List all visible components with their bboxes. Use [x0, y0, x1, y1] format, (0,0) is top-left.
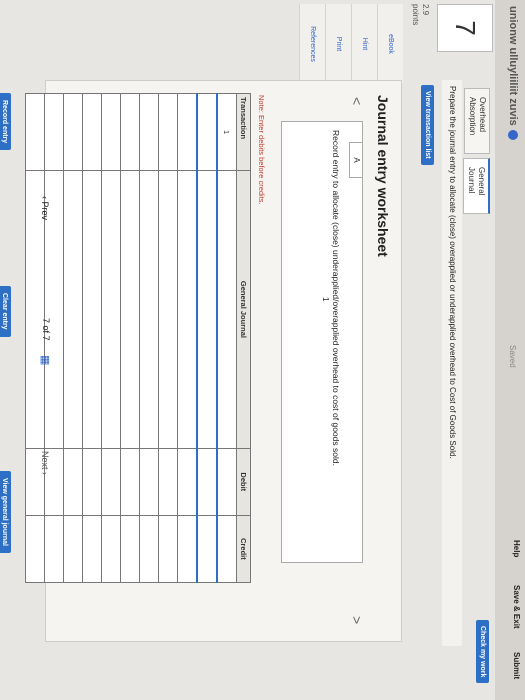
- page-indicator: 7 of 7: [41, 318, 51, 341]
- debit-cell[interactable]: [197, 448, 217, 516]
- sidebar-item-print[interactable]: Print: [325, 4, 351, 84]
- chevron-right-icon[interactable]: >: [349, 616, 365, 624]
- submit-button[interactable]: Submit: [512, 652, 521, 679]
- saved-status: Saved: [508, 345, 517, 368]
- question-points: 2.9 points: [411, 4, 430, 26]
- account-cell[interactable]: [217, 170, 237, 449]
- table-row: [177, 93, 197, 583]
- transaction-cell: [63, 93, 83, 171]
- question-number: 7: [437, 4, 493, 52]
- credit-cell[interactable]: [101, 515, 121, 583]
- credit-cell[interactable]: [217, 515, 237, 583]
- chevron-left-icon[interactable]: <: [349, 97, 365, 105]
- table-header-row: Transaction General Journal Debit Credit: [236, 93, 251, 583]
- tab-general-journal[interactable]: General Journal: [463, 158, 490, 214]
- credit-cell[interactable]: [177, 515, 197, 583]
- col-debit: Debit: [236, 448, 251, 516]
- debit-cell[interactable]: [139, 448, 159, 516]
- col-general-journal: General Journal: [236, 170, 251, 449]
- pagination: ‹ Prev 7 of 7 ▦ Next ›: [23, 0, 63, 700]
- check-my-work-button[interactable]: Check my work: [476, 620, 489, 684]
- account-cell[interactable]: [177, 170, 197, 449]
- debit-cell[interactable]: [217, 448, 237, 516]
- credit-cell[interactable]: [63, 515, 83, 583]
- tab-overhead-absorption[interactable]: Overhead Absorption: [464, 88, 490, 154]
- debit-credit-note: Note: Enter debits before credits.: [257, 95, 266, 205]
- account-cell[interactable]: [120, 170, 140, 449]
- table-row: [101, 93, 121, 583]
- info-icon[interactable]: [507, 129, 518, 140]
- debit-cell[interactable]: [82, 448, 102, 516]
- credit-cell[interactable]: [197, 515, 217, 583]
- col-transaction: Transaction: [236, 93, 251, 171]
- top-bar: unionw ulluyliiliit zuvis Saved Help Sav…: [495, 0, 525, 700]
- view-general-journal-button[interactable]: View general journal: [0, 471, 11, 553]
- credit-cell[interactable]: [120, 515, 140, 583]
- account-cell[interactable]: [197, 170, 217, 449]
- grid-icon[interactable]: ▦: [39, 355, 52, 365]
- question-prompt: Prepare the journal entry to allocate (c…: [442, 80, 462, 646]
- entry-instruction: Record entry to allocate (close) underap…: [331, 130, 341, 466]
- credit-cell[interactable]: [158, 515, 178, 583]
- credit-cell[interactable]: [139, 515, 159, 583]
- debit-cell[interactable]: [158, 448, 178, 516]
- worksheet-title: Journal entry worksheet: [375, 95, 391, 257]
- table-row: [197, 93, 217, 583]
- col-credit: Credit: [236, 515, 251, 583]
- sidebar-item-ebook[interactable]: eBook: [377, 4, 403, 84]
- record-entry-button[interactable]: Record entry: [0, 93, 11, 151]
- debit-cell[interactable]: [177, 448, 197, 516]
- account-cell[interactable]: [101, 170, 121, 449]
- save-exit-button[interactable]: Save & Exit: [512, 585, 521, 629]
- transaction-cell: [139, 93, 159, 171]
- help-button[interactable]: Help: [512, 540, 521, 557]
- credit-cell[interactable]: [82, 515, 102, 583]
- sidebar-item-references[interactable]: References: [299, 4, 325, 84]
- debit-cell[interactable]: [120, 448, 140, 516]
- clear-entry-button[interactable]: Clear entry: [0, 286, 11, 337]
- table-row: [82, 93, 102, 583]
- table-row: [63, 93, 83, 583]
- debit-cell[interactable]: [101, 448, 121, 516]
- view-transaction-list-button[interactable]: View transaction list: [421, 85, 434, 165]
- transaction-cell: [177, 93, 197, 171]
- transaction-cell: [101, 93, 121, 171]
- next-button[interactable]: Next ›: [39, 445, 51, 481]
- prev-button[interactable]: ‹ Prev: [39, 190, 51, 226]
- transaction-cell: 1: [217, 93, 237, 171]
- transaction-cell: [158, 93, 178, 171]
- transaction-cell: [120, 93, 140, 171]
- screen: unionw ulluyliiliit zuvis Saved Help Sav…: [0, 0, 525, 700]
- tab-bar: Overhead Absorption General Journal: [463, 88, 490, 218]
- table-row: [139, 93, 159, 583]
- account-cell[interactable]: [139, 170, 159, 449]
- table-row: 1: [217, 93, 237, 583]
- transaction-cell: [197, 93, 217, 171]
- table-row: [120, 93, 140, 583]
- account-cell[interactable]: [63, 170, 83, 449]
- account-cell[interactable]: [82, 170, 102, 449]
- debit-cell[interactable]: [63, 448, 83, 516]
- account-cell[interactable]: [158, 170, 178, 449]
- entry-number: 1: [321, 297, 330, 302]
- sidebar: eBook Hint Print References: [299, 4, 403, 84]
- sidebar-item-hint[interactable]: Hint: [351, 4, 377, 84]
- entry-tab-a[interactable]: A: [349, 142, 363, 178]
- journal-entry-worksheet: Journal entry worksheet < > A Record ent…: [0, 80, 402, 642]
- table-row: [158, 93, 178, 583]
- assignment-title: unionw ulluyliiliit zuvis: [507, 6, 519, 140]
- transaction-cell: [82, 93, 102, 171]
- entry-card: A Record entry to allocate (close) under…: [281, 121, 363, 563]
